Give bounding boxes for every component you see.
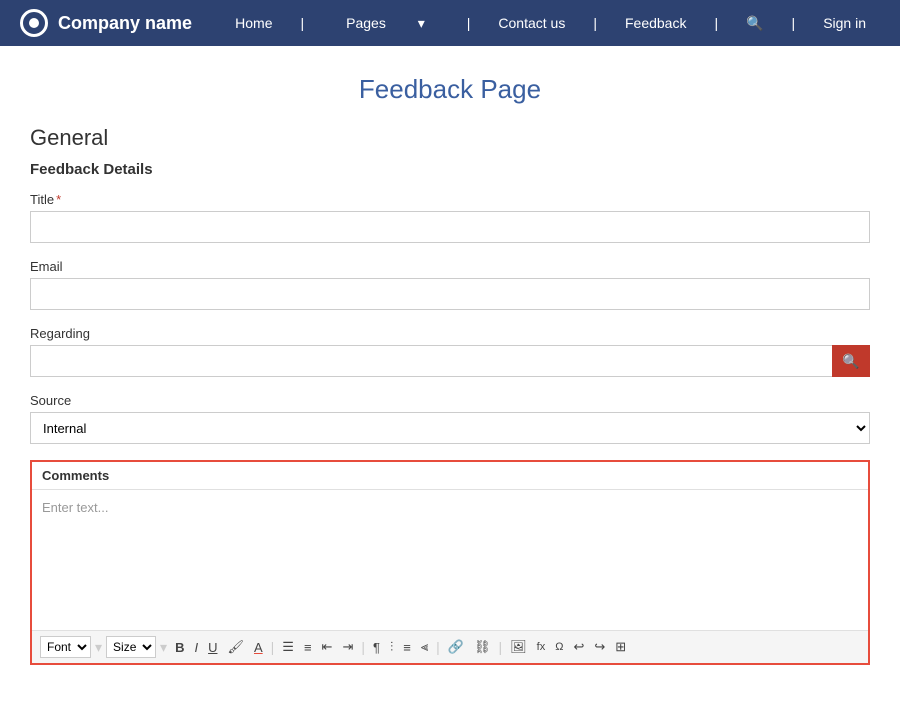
regarding-label: Regarding [30,326,870,341]
comments-header: Comments [32,462,868,490]
toolbar-sep-4: | [361,639,365,655]
nav-item-signin[interactable]: Sign in [809,15,880,31]
underline-button[interactable]: U [204,638,221,657]
section-heading: General [30,125,870,151]
email-group: Email [30,259,870,310]
special-char-button[interactable]: fx [533,639,550,655]
nav-sep-2: | [453,16,485,30]
regarding-search-button[interactable]: 🔍 [832,345,870,377]
nav-sep-3: | [579,16,611,30]
highlight-button[interactable]: 🖌 [223,637,248,657]
search-icon[interactable]: 🔍 [732,15,777,32]
brand-name: Company name [58,13,192,34]
align-right-button[interactable]: ⫷ [417,637,432,657]
nav-item-home[interactable]: Home [221,15,286,31]
special-button2[interactable]: Ω [551,639,567,655]
nav-sep-4: | [700,16,732,30]
nav-links: Home | Pages ▾ | Contact us | Feedback |… [221,15,880,32]
table-button[interactable]: ⊞ [611,637,630,657]
regarding-input[interactable] [30,345,832,377]
redo-button[interactable]: ↪ [590,637,609,657]
nav-link-home[interactable]: Home [221,15,286,31]
comments-toolbar: Font ▾ Size ▾ B I U 🖌 A | ☰ ≡ ⇤ ⇥ | ¶ [32,630,868,663]
title-label: Title* [30,192,870,207]
align-center-button[interactable]: ¶ [369,638,384,657]
comments-container: Comments Enter text... Font ▾ Size ▾ B I… [30,460,870,665]
title-group: Title* [30,192,870,243]
nav-sep-1: | [287,16,319,30]
main-content: General Feedback Details Title* Email Re… [10,125,890,705]
nav-item-search[interactable]: 🔍 [732,15,777,32]
nav-item-contact[interactable]: Contact us [484,15,579,31]
ordered-list-button[interactable]: ≡ [300,638,316,657]
toolbar-sep-6: | [499,639,503,655]
toolbar-sep-5: | [436,639,440,655]
brand-icon [20,9,48,37]
nav-item-pages[interactable]: Pages ▾ [318,15,453,32]
align-left-button[interactable]: ⫶ [386,637,397,657]
source-group: Source Internal External Web [30,393,870,444]
comments-placeholder: Enter text... [42,500,108,515]
subsection-heading: Feedback Details [30,161,870,178]
chevron-down-icon: ▾ [404,15,439,31]
nav-link-pages[interactable]: Pages ▾ [318,15,453,32]
comments-body[interactable]: Enter text... [32,490,868,630]
brand[interactable]: Company name [20,9,192,37]
toolbar-sep-2: ▾ [160,639,167,656]
font-select[interactable]: Font [40,636,91,658]
align-middle-button[interactable]: ≡ [399,638,415,657]
italic-button[interactable]: I [190,638,202,657]
title-required: * [56,192,61,207]
toolbar-sep-1: ▾ [95,639,102,656]
regarding-wrapper: 🔍 [30,345,870,377]
undo-button[interactable]: ↩ [569,637,588,657]
nav-link-signin[interactable]: Sign in [809,15,880,31]
image-button[interactable]: 🖼 [506,637,531,657]
email-input[interactable] [30,278,870,310]
indent-button[interactable]: ⇥ [338,637,357,657]
nav-link-contact[interactable]: Contact us [484,15,579,31]
nav-sep-5: | [778,16,810,30]
navbar: Company name Home | Pages ▾ | Contact us… [0,0,900,46]
source-select[interactable]: Internal External Web [30,412,870,444]
nav-item-feedback[interactable]: Feedback [611,15,700,31]
size-select[interactable]: Size [106,636,156,658]
regarding-group: Regarding 🔍 [30,326,870,377]
source-label: Source [30,393,870,408]
title-input[interactable] [30,211,870,243]
font-color-button[interactable]: A [250,638,267,657]
link-button[interactable]: 🔗 [444,637,468,657]
page-title: Feedback Page [0,46,900,125]
outdent-button[interactable]: ⇤ [318,637,337,657]
unlink-button[interactable]: ⛓ [470,637,495,657]
nav-link-feedback[interactable]: Feedback [611,15,700,31]
toolbar-sep-3: | [271,639,275,655]
unordered-list-button[interactable]: ☰ [278,637,298,657]
email-label: Email [30,259,870,274]
bold-button[interactable]: B [171,638,188,657]
